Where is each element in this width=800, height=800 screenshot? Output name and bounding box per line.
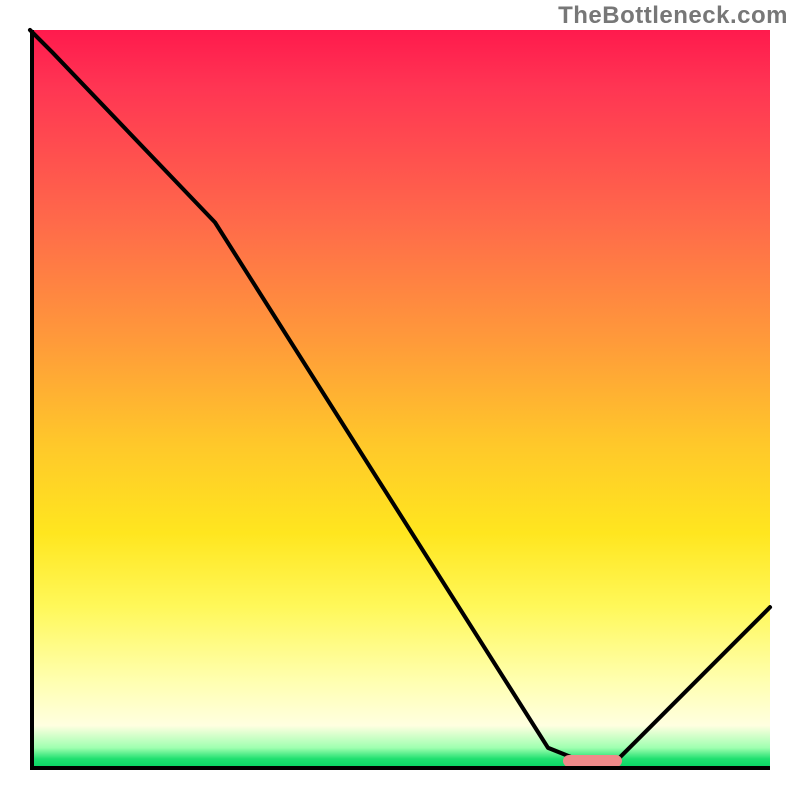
chart-frame: TheBottleneck.com xyxy=(0,0,800,800)
curve-layer xyxy=(30,30,770,770)
plot-area xyxy=(30,30,770,770)
optimum-marker xyxy=(563,755,622,767)
watermark-text: TheBottleneck.com xyxy=(558,2,788,30)
curve-path xyxy=(30,30,770,763)
